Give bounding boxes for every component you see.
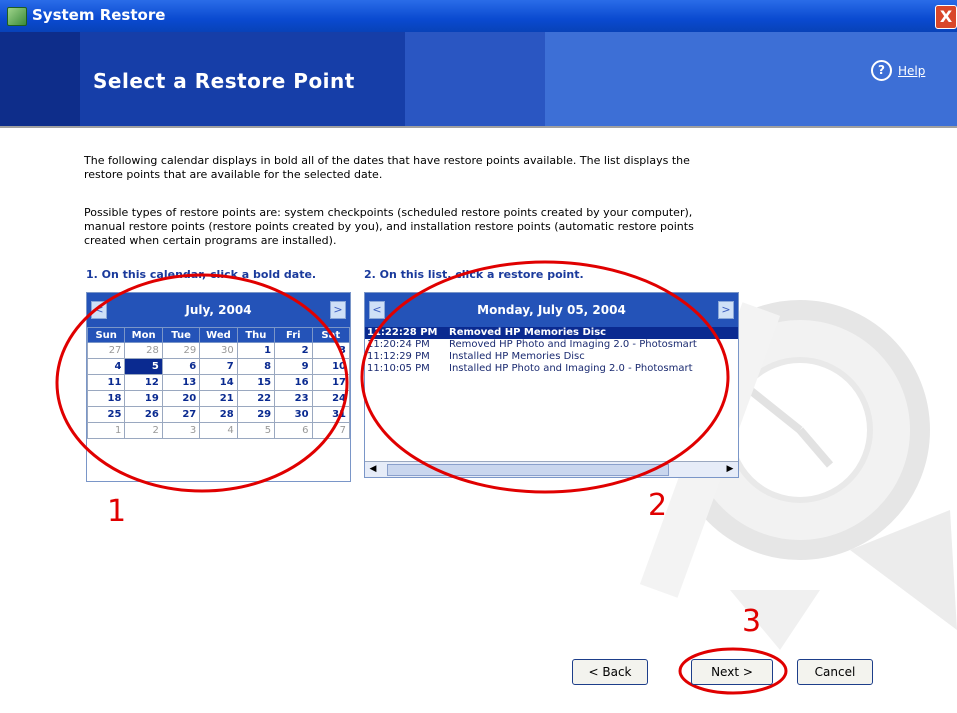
annotation-ellipse-1 — [55, 273, 349, 493]
annotation-number-3: 3 — [742, 604, 762, 639]
next-button[interactable]: Next > — [691, 659, 773, 685]
annotation-overlay — [55, 260, 788, 695]
back-button[interactable]: < Back — [572, 659, 648, 685]
annotation-ellipse-2 — [360, 260, 730, 494]
cancel-button[interactable]: Cancel — [797, 659, 873, 685]
annotation-number-2: 2 — [648, 488, 668, 523]
annotation-number-1: 1 — [107, 494, 127, 529]
